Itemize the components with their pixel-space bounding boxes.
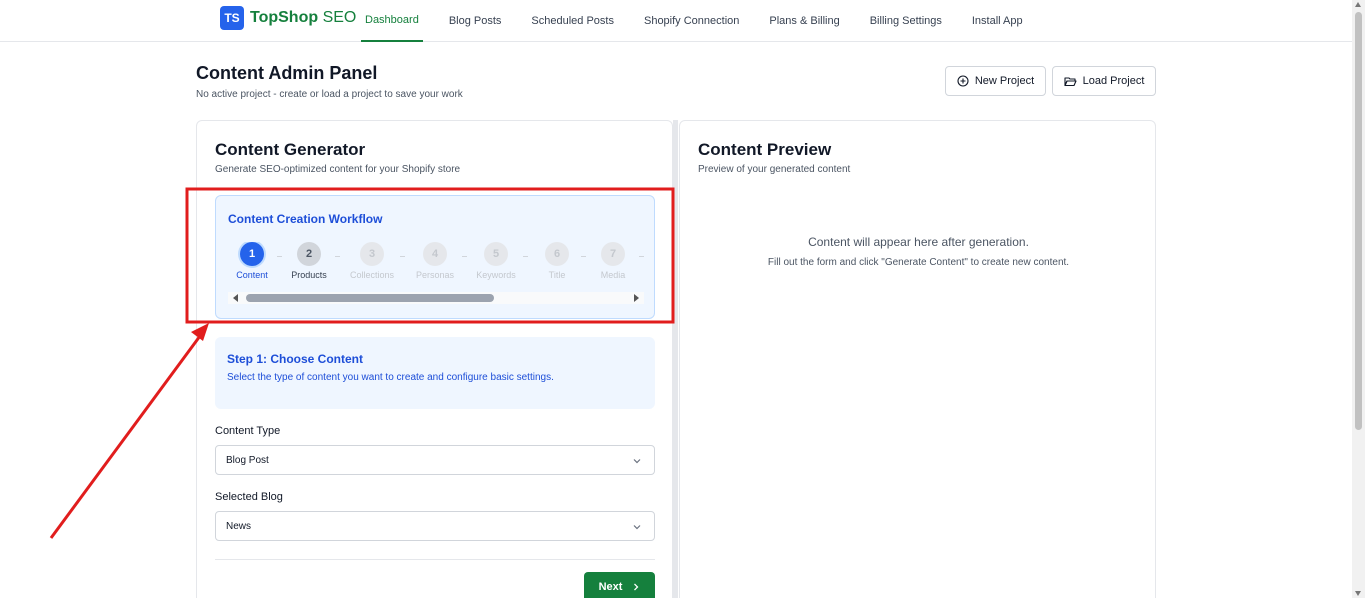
step-info-panel: Step 1: Choose Content Select the type o… [215, 337, 655, 409]
form-divider [215, 559, 655, 560]
workflow-steps: 1 Content 2 Products 3 Collections 4 Per… [228, 242, 644, 288]
nav-install-app[interactable]: Install App [968, 0, 1027, 42]
step-number: 3 [360, 242, 384, 266]
step-connector [335, 256, 340, 257]
preview-empty-state: Content will appear here after generatio… [680, 235, 1157, 268]
step-connector [639, 256, 644, 257]
workflow-step-media[interactable]: 7 Media [589, 242, 637, 280]
top-navigation: TS TopShop SEO Dashboard Blog Posts Sche… [0, 0, 1352, 42]
preview-subtitle: Preview of your generated content [698, 164, 851, 175]
step-number: 1 [240, 242, 264, 266]
workflow-title: Content Creation Workflow [228, 212, 383, 226]
preview-title: Content Preview [698, 140, 832, 159]
app-logo[interactable]: TS TopShop SEO [220, 6, 356, 30]
selected-blog-label: Selected Blog [215, 491, 283, 503]
selected-blog-value: News [226, 521, 252, 532]
page-scrollbar[interactable] [1352, 0, 1365, 598]
new-project-label: New Project [974, 75, 1035, 87]
folder-open-icon [1064, 76, 1077, 86]
step-label: Products [291, 270, 327, 280]
step-connector [462, 256, 467, 257]
step-number: 2 [297, 242, 321, 266]
plus-circle-icon [957, 75, 969, 87]
selected-blog-select[interactable]: News [215, 511, 655, 541]
new-project-button[interactable]: New Project [945, 66, 1046, 96]
nav-shopify-connection[interactable]: Shopify Connection [640, 0, 743, 42]
logo-badge: TS [220, 6, 244, 30]
nav-billing-settings[interactable]: Billing Settings [866, 0, 946, 42]
content-type-select[interactable]: Blog Post [215, 445, 655, 475]
chevron-down-icon [633, 459, 641, 464]
workflow-scrollbar[interactable] [228, 292, 644, 304]
page-subtitle: No active project - create or load a pro… [196, 89, 463, 100]
step-number: 5 [484, 242, 508, 266]
nav-plans-billing[interactable]: Plans & Billing [765, 0, 843, 42]
content-generator-card: Content Generator Generate SEO-optimized… [196, 120, 673, 598]
workflow-step-content[interactable]: 1 Content [228, 242, 276, 280]
scroll-right-icon[interactable] [634, 294, 639, 302]
brand-suffix: SEO [322, 9, 357, 26]
preview-empty-hint: Fill out the form and click "Generate Co… [767, 257, 1070, 268]
workflow-step-products[interactable]: 2 Products [285, 242, 333, 280]
step-info-title: Step 1: Choose Content [227, 352, 364, 366]
workflow-step-personas[interactable]: 4 Personas [411, 242, 459, 280]
step-number: 7 [601, 242, 625, 266]
step-number: 4 [423, 242, 447, 266]
chevron-down-icon [633, 525, 641, 530]
step-number: 6 [545, 242, 569, 266]
workflow-step-collections[interactable]: 3 Collections [348, 242, 396, 280]
page-title: Content Admin Panel [196, 63, 378, 83]
workflow-step-keywords[interactable]: 5 Keywords [472, 242, 520, 280]
brand-main: TopShop [250, 9, 319, 26]
nav-tabs: Dashboard Blog Posts Scheduled Posts Sho… [361, 0, 1049, 42]
generator-title: Content Generator [215, 140, 366, 159]
load-project-button[interactable]: Load Project [1052, 66, 1156, 96]
workflow-scrollbar-thumb[interactable] [246, 294, 494, 302]
workflow-step-title[interactable]: 6 Title [533, 242, 581, 280]
step-label: Keywords [476, 270, 516, 280]
step-info-description: Select the type of content you want to c… [227, 372, 554, 383]
brand-name: TopShop SEO [250, 9, 356, 27]
generator-subtitle: Generate SEO-optimized content for your … [215, 164, 461, 175]
panel-divider[interactable] [673, 120, 678, 598]
step-connector [581, 256, 586, 257]
scrollbar-thumb[interactable] [1355, 12, 1362, 430]
next-label: Next [598, 581, 623, 593]
step-connector [523, 256, 528, 257]
next-button[interactable]: Next [584, 572, 655, 598]
step-connector [400, 256, 405, 257]
step-label: Media [600, 270, 626, 280]
scroll-down-icon[interactable] [1355, 591, 1361, 596]
workflow-panel: Content Creation Workflow 1 Content 2 Pr… [215, 195, 655, 319]
load-project-label: Load Project [1082, 75, 1145, 87]
nav-dashboard[interactable]: Dashboard [361, 0, 423, 42]
scroll-up-icon[interactable] [1355, 2, 1361, 7]
annotation-arrow-line [49, 335, 202, 539]
step-label: Title [548, 270, 566, 280]
nav-scheduled-posts[interactable]: Scheduled Posts [527, 0, 618, 42]
chevron-right-icon [634, 583, 639, 591]
step-label: Collections [349, 270, 395, 280]
nav-blog-posts[interactable]: Blog Posts [445, 0, 506, 42]
content-preview-card: Content Preview Preview of your generate… [679, 120, 1156, 598]
step-connector [277, 256, 282, 257]
content-type-value: Blog Post [226, 455, 269, 466]
preview-empty-message: Content will appear here after generatio… [808, 235, 1029, 249]
step-label: Content [236, 270, 268, 280]
content-type-label: Content Type [215, 425, 281, 437]
step-label: Personas [415, 270, 455, 280]
scroll-left-icon[interactable] [233, 294, 238, 302]
